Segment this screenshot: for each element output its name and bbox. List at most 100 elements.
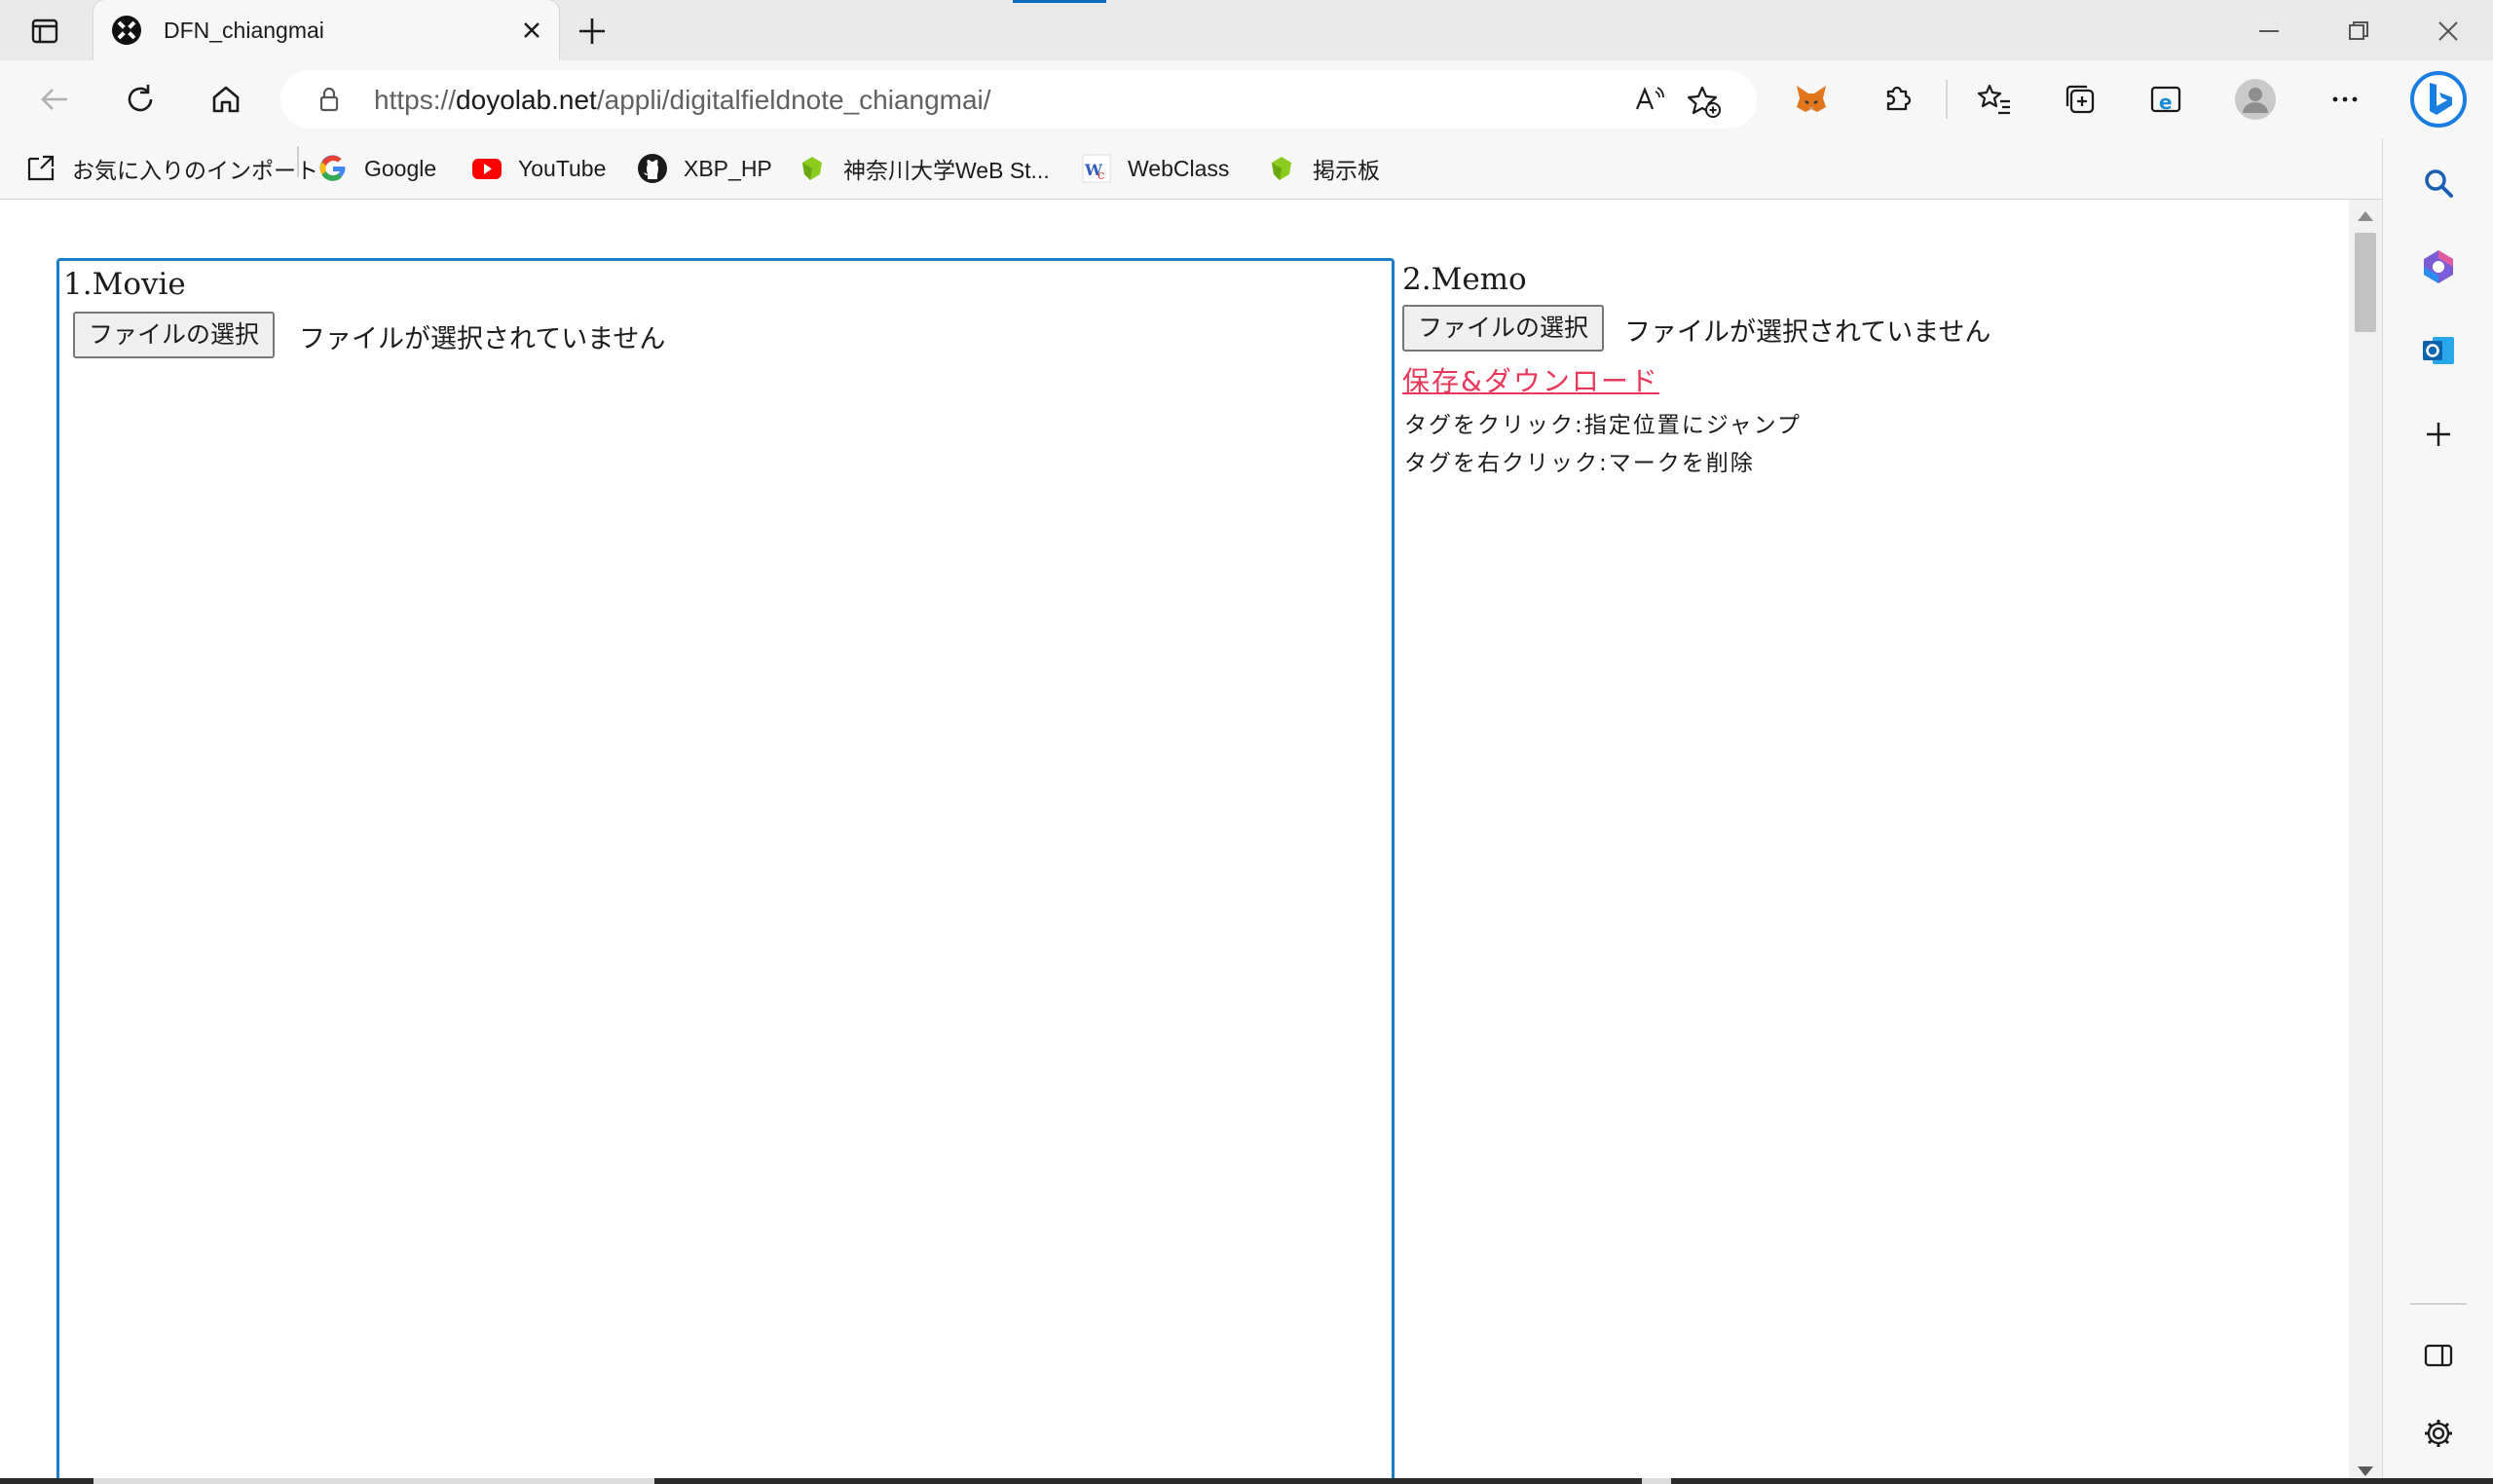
back-arrow-icon <box>41 89 67 110</box>
hint-click-jump: タグをクリック:指定位置にジャンプ <box>1404 413 1802 438</box>
url-scheme: https:// <box>374 85 457 115</box>
bookmark-label: 神奈川大学WeB St... <box>843 158 1050 183</box>
bookmark-label: Google <box>364 155 437 181</box>
tab-actions-button[interactable] <box>19 12 70 51</box>
bookmark-google[interactable]: Google <box>317 138 436 199</box>
scroll-thumb[interactable] <box>2355 233 2376 332</box>
extensions-button[interactable] <box>1872 74 1922 125</box>
new-tab-icon[interactable] <box>575 14 610 49</box>
avatar-icon <box>2235 79 2276 120</box>
back-button[interactable] <box>29 74 80 125</box>
sidebar-panel-icon <box>2424 1344 2453 1367</box>
site-favicon-icon <box>112 16 141 45</box>
internet-explorer-mode-icon: e <box>2150 86 2181 114</box>
bookmarks-divider <box>297 146 299 177</box>
outlook-icon <box>2423 337 2454 364</box>
sidebar-hide-button[interactable] <box>2415 1332 2462 1379</box>
url-text[interactable]: https://doyolab.net/appli/digitalfieldno… <box>374 85 991 116</box>
google-icon <box>319 155 346 181</box>
bookmark-label: YouTube <box>518 155 607 181</box>
bing-copilot-button[interactable] <box>2405 66 2472 132</box>
refresh-icon <box>128 85 153 112</box>
movie-file-select-button[interactable]: ファイルの選択 <box>73 312 276 358</box>
favorites-list-icon <box>1977 84 2010 115</box>
memo-file-select-button[interactable]: ファイルの選択 <box>1402 305 1605 352</box>
save-download-link[interactable]: 保存&ダウンロード <box>1402 360 1659 399</box>
leaf-icon <box>1272 157 1291 180</box>
bookmark-webclass[interactable]: W c WebClass <box>1081 138 1229 199</box>
movie-file-status: ファイルが選択されていません <box>299 324 666 354</box>
github-icon <box>638 154 667 183</box>
svg-text:e: e <box>2159 91 2173 114</box>
active-tab[interactable]: DFN_chiangmai <box>93 0 559 60</box>
sidebar-divider <box>2410 1303 2467 1305</box>
gear-icon <box>2425 1420 2452 1447</box>
webclass-icon: W c <box>1082 154 1111 183</box>
hint-rightclick-delete: タグを右クリック:マークを削除 <box>1404 451 1755 476</box>
svg-text:c: c <box>1098 168 1104 183</box>
sidebar-add-button[interactable] <box>2415 411 2462 458</box>
taskbar-segment <box>93 1478 654 1484</box>
bookmark-xbp-hp[interactable]: XBP_HP <box>637 138 772 199</box>
microsoft-365-icon <box>2424 250 2453 283</box>
favorites-button[interactable] <box>1969 74 2020 125</box>
collections-icon <box>2065 85 2095 114</box>
read-aloud-icon[interactable] <box>1634 84 1665 115</box>
bookmark-label: お気に入りのインポート <box>72 158 318 183</box>
close-window-icon[interactable] <box>2435 18 2462 45</box>
taskbar-edge <box>0 1478 2493 1484</box>
import-favorites-icon <box>27 155 55 181</box>
tab-loading-indicator <box>1013 0 1106 3</box>
bookmark-kanagawa-univ[interactable]: 神奈川大学WeB St... <box>797 138 1050 199</box>
tab-actions-icon <box>31 19 58 44</box>
memo-file-status: ファイルが選択されていません <box>1624 317 1991 348</box>
edge-sidebar <box>2382 138 2493 1484</box>
sidebar-office-button[interactable] <box>2415 243 2462 290</box>
bookmark-import-favorites[interactable]: お気に入りのインポート <box>25 138 318 199</box>
metamask-extension-button[interactable] <box>1786 74 1837 125</box>
more-dots-icon <box>2332 96 2358 102</box>
url-path: /appli/digitalfieldnote_chiangmai/ <box>596 85 991 115</box>
tab-strip: DFN_chiangmai <box>0 0 2493 60</box>
bookmark-label: XBP_HP <box>684 155 772 181</box>
tab-title: DFN_chiangmai <box>164 18 324 43</box>
fox-extension-icon <box>1797 86 1826 112</box>
sidebar-outlook-button[interactable] <box>2415 327 2462 374</box>
sidebar-settings-button[interactable] <box>2415 1410 2462 1457</box>
movie-panel: 1.Movie ファイルの選択 ファイルが選択されていません <box>56 258 1395 1484</box>
search-icon <box>2425 169 2453 198</box>
close-tab-icon[interactable] <box>518 17 545 44</box>
collections-button[interactable] <box>2055 74 2105 125</box>
home-icon <box>212 86 240 113</box>
bing-icon <box>2410 71 2467 128</box>
bookmark-bulletin-board[interactable]: 掲示板 <box>1266 138 1380 199</box>
page-scrollbar[interactable] <box>2349 200 2382 1484</box>
puzzle-piece-icon <box>1886 86 1912 111</box>
refresh-button[interactable] <box>115 74 166 125</box>
bookmark-label: WebClass <box>1128 155 1230 181</box>
profile-button[interactable] <box>2230 74 2281 125</box>
url-host: doyolab.net <box>456 85 597 115</box>
plus-icon <box>2427 423 2450 446</box>
minimize-window-icon[interactable] <box>2255 18 2283 45</box>
scroll-down-arrow-icon[interactable] <box>2358 1466 2373 1476</box>
taskbar-segment <box>1642 1478 1671 1484</box>
leaf-icon <box>802 157 822 180</box>
lock-icon[interactable] <box>316 86 343 113</box>
scroll-up-arrow-icon[interactable] <box>2358 211 2373 221</box>
movie-section-title: 1.Movie <box>63 267 186 302</box>
favorites-bar: お気に入りのインポート Google YouTube XBP_HP 神奈川大学W… <box>0 138 2382 200</box>
home-button[interactable] <box>201 74 251 125</box>
bookmark-youtube[interactable]: YouTube <box>471 138 606 199</box>
ie-mode-button[interactable]: e <box>2140 74 2191 125</box>
page-viewport: 1.Movie ファイルの選択 ファイルが選択されていません 2.Memo ファ… <box>0 200 2349 1484</box>
add-favorite-icon[interactable] <box>1687 84 1722 119</box>
toolbar-divider <box>1946 80 1948 119</box>
bookmark-label: 掲示板 <box>1313 158 1380 183</box>
memo-section-title: 2.Memo <box>1402 262 1527 297</box>
settings-and-more-button[interactable] <box>2320 74 2370 125</box>
restore-window-icon[interactable] <box>2345 18 2372 45</box>
browser-toolbar: https://doyolab.net/appli/digitalfieldno… <box>0 60 2493 138</box>
address-bar[interactable]: https://doyolab.net/appli/digitalfieldno… <box>280 70 1757 129</box>
sidebar-search-button[interactable] <box>2415 160 2462 206</box>
